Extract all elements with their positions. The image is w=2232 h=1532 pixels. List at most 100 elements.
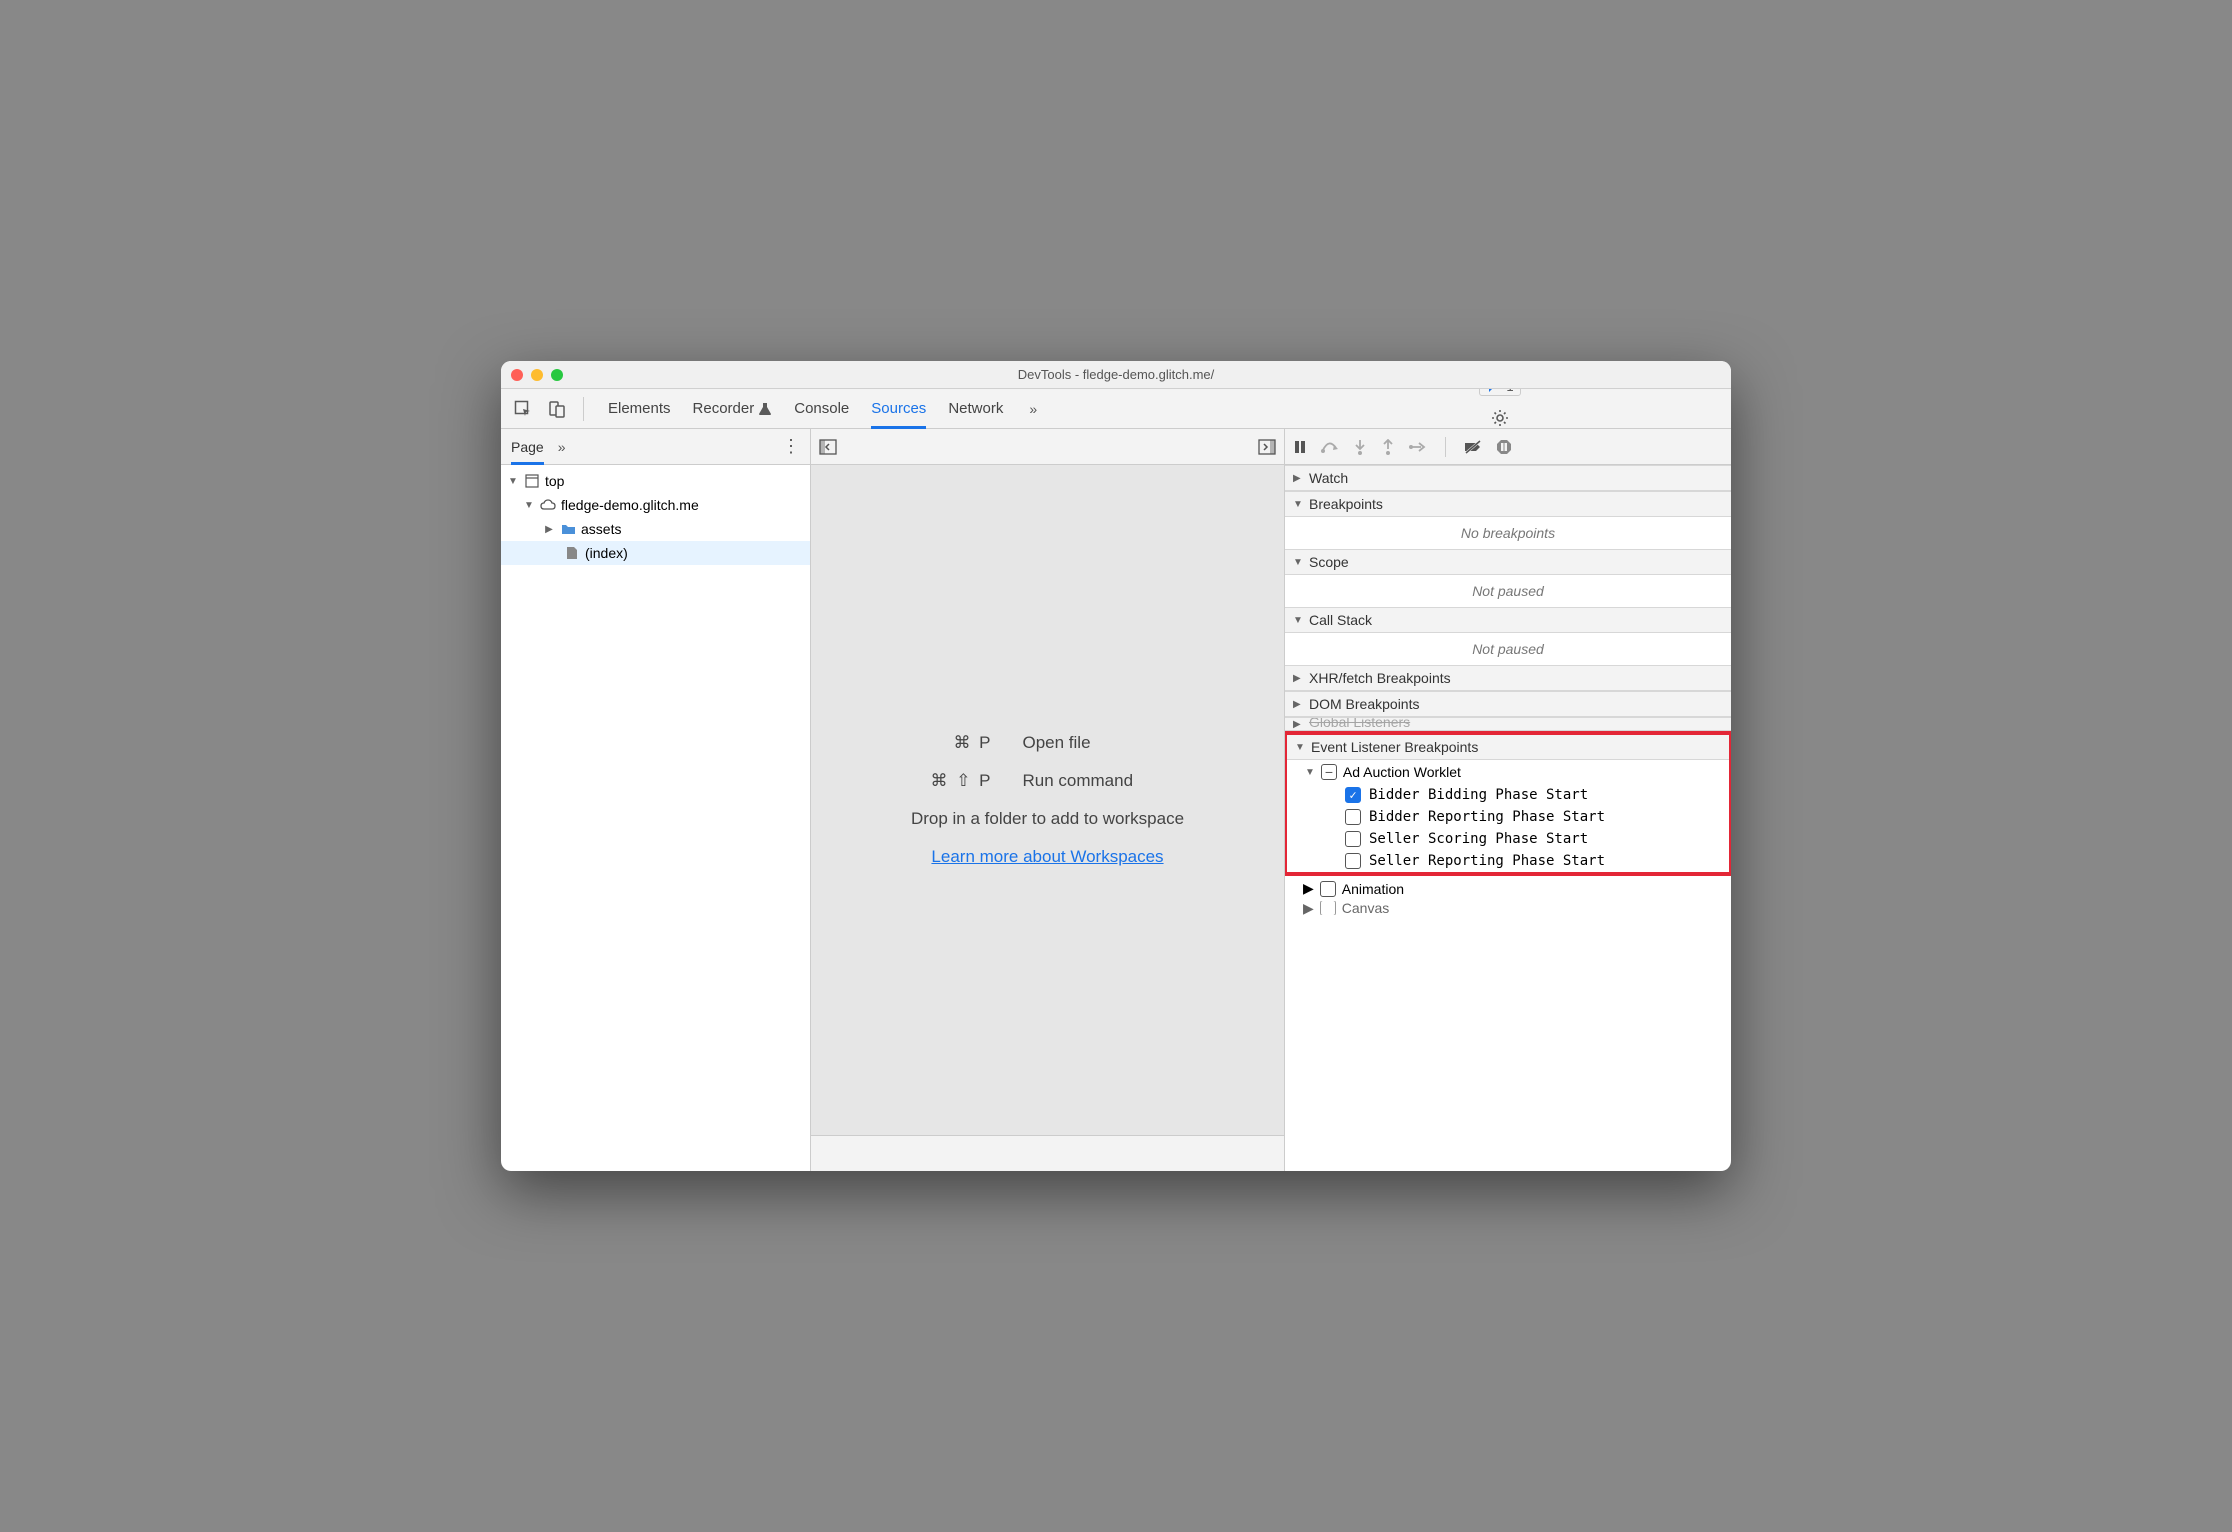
open-file-keys: ⌘ P xyxy=(873,733,993,753)
checkbox-animation[interactable] xyxy=(1320,881,1336,897)
workspaces-link[interactable]: Learn more about Workspaces xyxy=(931,847,1163,867)
navigator-tabs: Page » ⋮ xyxy=(501,429,810,465)
tree-folder-assets[interactable]: ▶ assets xyxy=(501,517,810,541)
section-watch-label: Watch xyxy=(1309,470,1348,486)
tree-file-label: (index) xyxy=(585,545,628,561)
navigator-more-tabs[interactable]: » xyxy=(558,439,566,455)
deactivate-breakpoints-icon[interactable] xyxy=(1464,440,1482,454)
navigator-menu-icon[interactable]: ⋮ xyxy=(782,436,800,457)
section-global-label: Global Listeners xyxy=(1309,717,1410,730)
pause-icon[interactable] xyxy=(1293,440,1307,454)
event-breakpoint-label: Seller Reporting Phase Start xyxy=(1369,853,1605,869)
zoom-window-button[interactable] xyxy=(551,369,563,381)
tab-sources[interactable]: Sources xyxy=(871,389,926,428)
frame-icon xyxy=(523,474,541,488)
section-xhr[interactable]: ▶XHR/fetch Breakpoints xyxy=(1285,665,1731,691)
section-callstack[interactable]: ▼Call Stack xyxy=(1285,607,1731,633)
show-debugger-icon[interactable] xyxy=(1258,439,1276,455)
titlebar: DevTools - fledge-demo.glitch.me/ xyxy=(501,361,1731,389)
section-dom-label: DOM Breakpoints xyxy=(1309,696,1419,712)
show-navigator-icon[interactable] xyxy=(819,439,837,455)
editor-placeholder: ⌘ P Open file ⌘ ⇧ P Run command Drop in … xyxy=(811,465,1284,1135)
run-command-keys: ⌘ ⇧ P xyxy=(873,771,993,791)
group-animation-label: Animation xyxy=(1342,881,1404,897)
callstack-empty: Not paused xyxy=(1285,633,1731,665)
step-icon[interactable] xyxy=(1409,441,1427,453)
settings-icon[interactable] xyxy=(1486,404,1514,432)
editor-tabbar xyxy=(811,429,1284,465)
section-xhr-label: XHR/fetch Breakpoints xyxy=(1309,670,1451,686)
tab-recorder-label: Recorder xyxy=(693,400,755,417)
main-content: Page » ⋮ ▼ top ▼ fledge-demo.glitch.me ▶ xyxy=(501,429,1731,1171)
tab-elements[interactable]: Elements xyxy=(608,389,671,428)
debugger-toolbar xyxy=(1285,429,1731,465)
section-watch[interactable]: ▶Watch xyxy=(1285,465,1731,491)
group-canvas-label: Canvas xyxy=(1342,901,1389,915)
event-breakpoint-item[interactable]: Bidder Reporting Phase Start xyxy=(1287,806,1729,828)
step-out-icon[interactable] xyxy=(1381,439,1395,455)
section-global[interactable]: ▶Global Listeners xyxy=(1285,717,1731,731)
event-breakpoint-item[interactable]: Bidder Bidding Phase Start xyxy=(1287,784,1729,806)
step-over-icon[interactable] xyxy=(1321,440,1339,454)
group-ad-auction-label: Ad Auction Worklet xyxy=(1343,764,1461,780)
window-title: DevTools - fledge-demo.glitch.me/ xyxy=(501,367,1731,382)
section-event-listener-label: Event Listener Breakpoints xyxy=(1311,739,1478,755)
section-dom[interactable]: ▶DOM Breakpoints xyxy=(1285,691,1731,717)
breakpoints-empty: No breakpoints xyxy=(1285,517,1731,549)
checkbox[interactable] xyxy=(1345,809,1361,825)
flask-icon xyxy=(758,402,772,416)
checkbox[interactable] xyxy=(1345,853,1361,869)
step-into-icon[interactable] xyxy=(1353,439,1367,455)
event-breakpoint-label: Bidder Bidding Phase Start xyxy=(1369,787,1588,803)
tree-origin[interactable]: ▼ fledge-demo.glitch.me xyxy=(501,493,810,517)
main-tabs: Elements Recorder Console Sources Networ… xyxy=(608,389,1037,428)
close-window-button[interactable] xyxy=(511,369,523,381)
section-breakpoints-label: Breakpoints xyxy=(1309,496,1383,512)
section-scope[interactable]: ▼Scope xyxy=(1285,549,1731,575)
devtools-window: DevTools - fledge-demo.glitch.me/ Elemen… xyxy=(501,361,1731,1171)
checkbox-canvas[interactable] xyxy=(1320,901,1336,915)
drop-folder-text: Drop in a folder to add to workspace xyxy=(911,809,1184,829)
editor-footer xyxy=(811,1135,1284,1171)
tab-recorder[interactable]: Recorder xyxy=(693,389,773,428)
checkbox-mixed-icon[interactable]: − xyxy=(1321,764,1337,780)
tree-folder-label: assets xyxy=(581,521,621,537)
highlight-event-listener-breakpoints: ▼Event Listener Breakpoints ▼ − Ad Aucti… xyxy=(1285,731,1731,876)
tree-top[interactable]: ▼ top xyxy=(501,469,810,493)
event-breakpoint-label: Bidder Reporting Phase Start xyxy=(1369,809,1605,825)
event-breakpoint-label: Seller Scoring Phase Start xyxy=(1369,831,1588,847)
pause-exceptions-icon[interactable] xyxy=(1496,439,1512,455)
inspect-element-icon[interactable] xyxy=(509,395,537,423)
main-toolbar: Elements Recorder Console Sources Networ… xyxy=(501,389,1731,429)
section-callstack-label: Call Stack xyxy=(1309,612,1372,628)
tab-network[interactable]: Network xyxy=(948,389,1003,428)
checkbox[interactable] xyxy=(1345,831,1361,847)
event-breakpoint-item[interactable]: Seller Scoring Phase Start xyxy=(1287,828,1729,850)
checkbox[interactable] xyxy=(1345,787,1361,803)
tab-page[interactable]: Page xyxy=(511,429,544,464)
cloud-icon xyxy=(539,499,557,511)
tree-file-index[interactable]: (index) xyxy=(501,541,810,565)
folder-icon xyxy=(559,523,577,535)
open-file-label: Open file xyxy=(1023,733,1223,753)
section-breakpoints[interactable]: ▼Breakpoints xyxy=(1285,491,1731,517)
device-toggle-icon[interactable] xyxy=(543,395,571,423)
group-canvas[interactable]: ▶ Canvas xyxy=(1285,901,1731,915)
scope-empty: Not paused xyxy=(1285,575,1731,607)
group-ad-auction-worklet[interactable]: ▼ − Ad Auction Worklet xyxy=(1287,760,1729,784)
run-command-label: Run command xyxy=(1023,771,1223,791)
debugger-pane: ▶Watch ▼Breakpoints No breakpoints ▼Scop… xyxy=(1285,429,1731,1171)
section-scope-label: Scope xyxy=(1309,554,1349,570)
tree-top-label: top xyxy=(545,473,564,489)
navigator-pane: Page » ⋮ ▼ top ▼ fledge-demo.glitch.me ▶ xyxy=(501,429,811,1171)
minimize-window-button[interactable] xyxy=(531,369,543,381)
debugger-panels: ▶Watch ▼Breakpoints No breakpoints ▼Scop… xyxy=(1285,465,1731,1171)
more-tabs-icon[interactable]: » xyxy=(1029,401,1037,417)
group-animation[interactable]: ▶ Animation xyxy=(1285,876,1731,901)
tab-console[interactable]: Console xyxy=(794,389,849,428)
event-breakpoint-item[interactable]: Seller Reporting Phase Start xyxy=(1287,850,1729,872)
tree-origin-label: fledge-demo.glitch.me xyxy=(561,497,699,513)
traffic-lights xyxy=(511,369,563,381)
section-event-listener[interactable]: ▼Event Listener Breakpoints xyxy=(1287,735,1729,760)
file-icon xyxy=(563,546,581,560)
